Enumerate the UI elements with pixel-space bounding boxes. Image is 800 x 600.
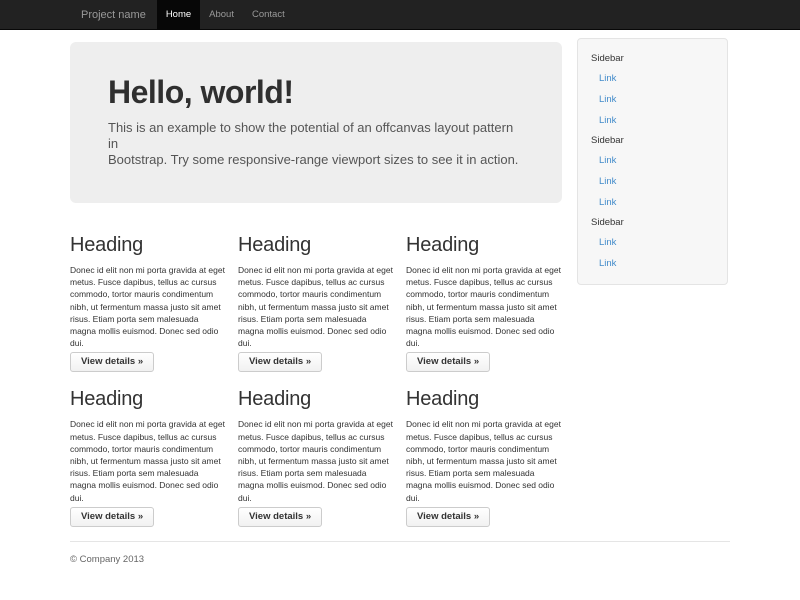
sidebar-link[interactable]: Link [578,253,727,274]
content-text: Donec id elit non mi porta gravida at eg… [406,418,562,503]
content-heading: Heading [406,234,562,256]
sidebar-group-1: Sidebar Link Link Link [578,49,727,131]
nav-item-about[interactable]: About [200,0,243,30]
content-block: Heading Donec id elit non mi porta gravi… [406,203,562,372]
sidebar-header: Sidebar [578,131,727,150]
content-text: Donec id elit non mi porta gravida at eg… [70,264,226,349]
sidebar-link[interactable]: Link [578,89,727,110]
sidebar-header: Sidebar [578,213,727,232]
content-block: Heading Donec id elit non mi porta gravi… [406,372,562,526]
nav-link-home[interactable]: Home [157,0,200,30]
sidebar-link[interactable]: Link [578,68,727,89]
content-heading: Heading [70,234,226,256]
card-row-2: Heading Donec id elit non mi porta gravi… [70,372,562,526]
navbar-menu: Home About Contact [157,0,294,30]
navbar-brand[interactable]: Project name [70,0,157,30]
sidebar-link[interactable]: Link [578,110,727,131]
nav-item-home[interactable]: Home [157,0,200,30]
content-text: Donec id elit non mi porta gravida at eg… [238,418,394,503]
main-column: Hello, world! This is an example to show… [70,30,562,527]
sidebar-link[interactable]: Link [578,150,727,171]
nav-link-contact[interactable]: Contact [243,0,294,30]
sidebar-group-3: Sidebar Link Link [578,213,727,274]
content-heading: Heading [406,388,562,410]
sidebar-header: Sidebar [578,49,727,68]
sidebar-well: Sidebar Link Link Link Sidebar Link Link… [577,38,728,285]
view-details-button[interactable]: View details » [238,507,322,527]
content-block: Heading Donec id elit non mi porta gravi… [70,203,226,372]
content-block: Heading Donec id elit non mi porta gravi… [70,372,226,526]
navbar: Project name Home About Contact [0,0,800,30]
jumbotron: Hello, world! This is an example to show… [70,42,562,203]
content-block: Heading Donec id elit non mi porta gravi… [238,372,394,526]
nav-item-contact[interactable]: Contact [243,0,294,30]
view-details-button[interactable]: View details » [406,352,490,372]
content-text: Donec id elit non mi porta gravida at eg… [238,264,394,349]
card-row-1: Heading Donec id elit non mi porta gravi… [70,203,562,372]
sidebar-link[interactable]: Link [578,232,727,253]
jumbotron-text: This is an example to show the potential… [108,120,524,168]
content-heading: Heading [238,388,394,410]
page-container: Hello, world! This is an example to show… [70,30,730,577]
view-details-button[interactable]: View details » [406,507,490,527]
content-row: Hello, world! This is an example to show… [70,30,730,527]
content-text: Donec id elit non mi porta gravida at eg… [70,418,226,503]
copyright-text: © Company 2013 [70,542,730,577]
content-block: Heading Donec id elit non mi porta gravi… [238,203,394,372]
sidebar-link[interactable]: Link [578,171,727,192]
content-heading: Heading [70,388,226,410]
nav-link-about[interactable]: About [200,0,243,30]
sidebar-group-2: Sidebar Link Link Link [578,131,727,213]
view-details-button[interactable]: View details » [70,507,154,527]
jumbotron-title: Hello, world! [108,76,524,108]
view-details-button[interactable]: View details » [70,352,154,372]
content-text: Donec id elit non mi porta gravida at eg… [406,264,562,349]
content-heading: Heading [238,234,394,256]
footer: © Company 2013 [70,542,730,577]
navbar-container: Project name Home About Contact [70,0,730,30]
sidebar-link[interactable]: Link [578,192,727,213]
view-details-button[interactable]: View details » [238,352,322,372]
